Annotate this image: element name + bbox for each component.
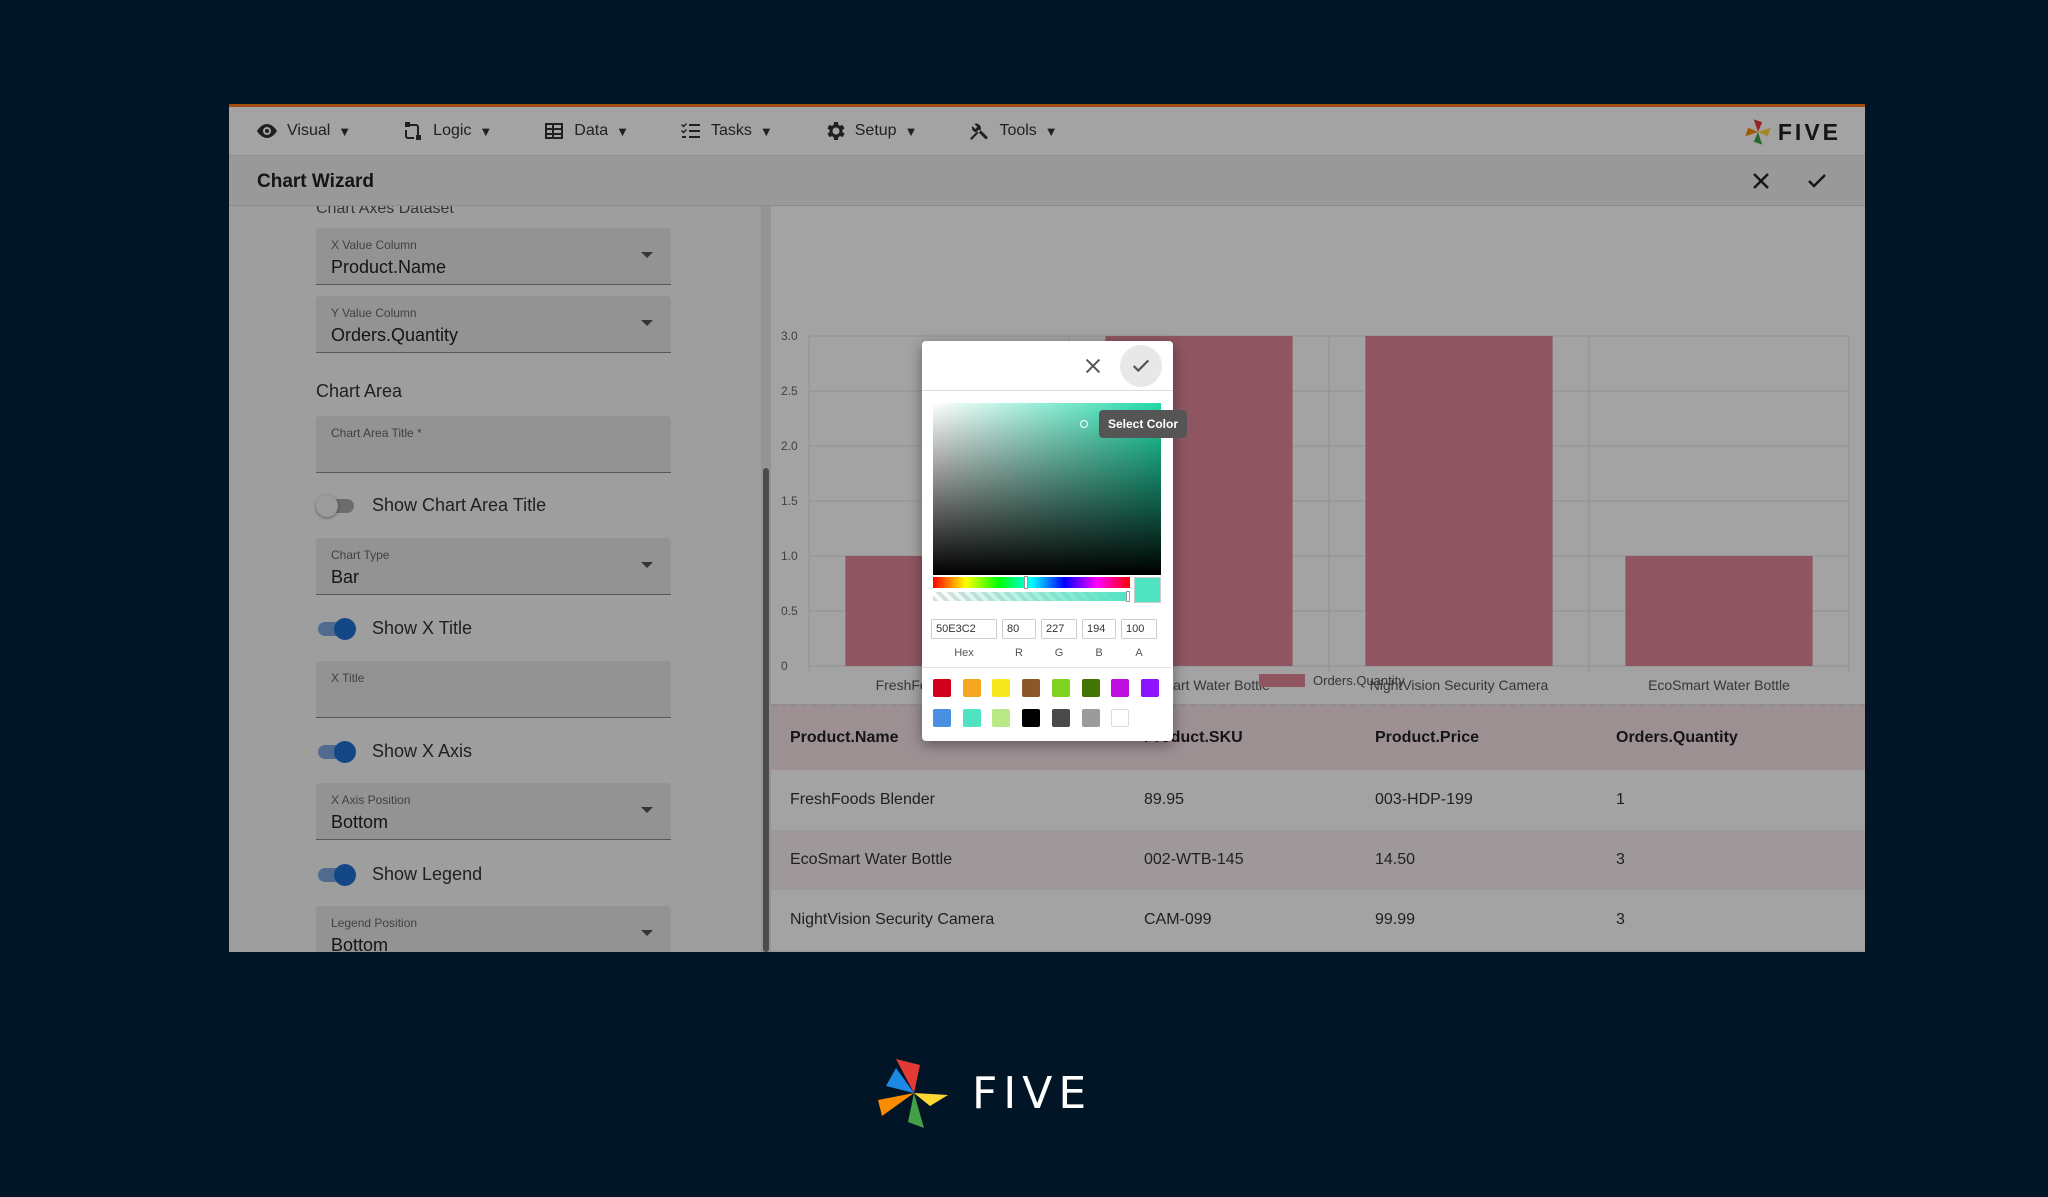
color-swatch[interactable] xyxy=(933,679,951,697)
confirm-color-button[interactable] xyxy=(1120,345,1162,387)
divider xyxy=(922,667,1173,668)
color-swatch[interactable] xyxy=(1051,709,1070,727)
color-swatch[interactable] xyxy=(1111,709,1130,727)
blue-input[interactable]: 194 xyxy=(1082,619,1116,639)
green-label: G xyxy=(1054,647,1064,659)
color-swatch[interactable] xyxy=(992,679,1011,697)
color-picker-header xyxy=(922,341,1173,391)
color-swatch[interactable] xyxy=(962,679,981,697)
color-swatch[interactable] xyxy=(1140,679,1159,697)
hue-slider-thumb[interactable] xyxy=(1024,576,1028,589)
alpha-input[interactable]: 100 xyxy=(1121,619,1157,639)
blue-label: B xyxy=(1095,647,1103,659)
select-color-tooltip: Select Color xyxy=(1099,410,1188,438)
check-icon xyxy=(1132,359,1150,373)
color-swatch[interactable] xyxy=(992,709,1011,727)
hex-input[interactable]: 50E3C2 xyxy=(931,619,997,639)
hue-slider[interactable] xyxy=(933,576,1130,589)
color-swatch[interactable] xyxy=(1022,709,1041,727)
color-swatch[interactable] xyxy=(1081,679,1100,697)
hex-label: Hex xyxy=(954,647,974,659)
color-cursor[interactable] xyxy=(1080,420,1088,428)
alpha-label: A xyxy=(1135,647,1143,659)
color-swatch[interactable] xyxy=(1081,709,1100,727)
alpha-slider-thumb[interactable] xyxy=(1126,591,1130,602)
color-preview xyxy=(1134,577,1161,603)
color-swatch[interactable] xyxy=(1111,679,1130,697)
five-logo-icon xyxy=(878,1059,948,1128)
color-picker-dialog: Select Color 50E3C2 80 227 194 100 Hex R… xyxy=(922,341,1188,741)
five-logo: FIVE xyxy=(878,1059,1092,1128)
red-label: R xyxy=(1015,647,1023,659)
color-swatch[interactable] xyxy=(933,709,951,727)
color-swatch[interactable] xyxy=(1051,679,1070,697)
color-swatch[interactable] xyxy=(1022,679,1041,697)
brand-wordmark: FIVE xyxy=(972,1068,1092,1119)
green-input[interactable]: 227 xyxy=(1041,619,1077,639)
color-swatch[interactable] xyxy=(962,709,981,727)
close-icon[interactable] xyxy=(1082,355,1104,377)
red-input[interactable]: 80 xyxy=(1002,619,1036,639)
alpha-slider[interactable] xyxy=(933,591,1130,602)
